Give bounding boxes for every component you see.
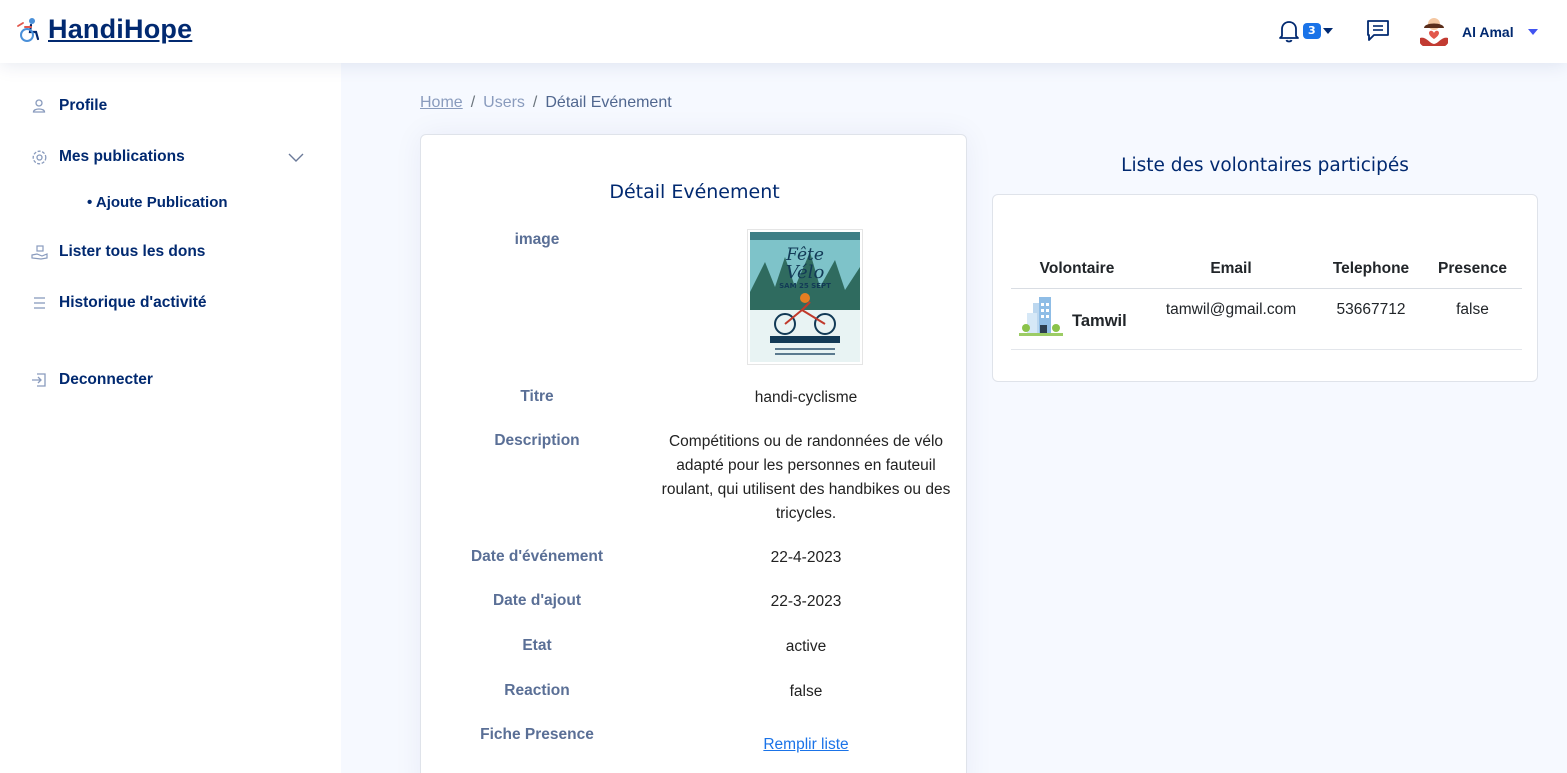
column-header-telephone: Telephone	[1319, 251, 1423, 289]
user-name: Al Amal	[1462, 24, 1514, 40]
person-icon	[30, 97, 48, 115]
donate-icon	[30, 243, 48, 261]
breadcrumb-current: Détail Evénement	[545, 94, 672, 111]
event-detail-card: Détail Evénement image Fête Vélo SAM 25 …	[420, 134, 967, 773]
value-fiche-presence: Remplir liste	[661, 733, 951, 757]
sidebar-item-label: Mes publications	[59, 148, 185, 165]
sidebar-item-lister-dons[interactable]: Lister tous les dons	[30, 243, 205, 261]
column-header-email: Email	[1143, 251, 1319, 289]
cell-email: tamwil@gmail.com	[1143, 288, 1319, 350]
label-date-evenement: Date d'événement	[470, 548, 604, 565]
value-reaction: false	[789, 683, 823, 700]
caret-down-icon	[1527, 29, 1538, 35]
wheelchair-logo-icon	[17, 17, 40, 42]
svg-text:SAM 25 SEPT: SAM 25 SEPT	[779, 282, 831, 290]
table-header-row: Volontaire Email Telephone Presence	[1011, 251, 1522, 289]
chat-icon	[1367, 20, 1389, 41]
sidebar: Profile Mes publications • Ajoute Public…	[0, 63, 341, 773]
sidebar-item-label: Historique d'activité	[59, 294, 207, 311]
column-header-volontaire: Volontaire	[1011, 251, 1143, 289]
sidebar-item-label: Deconnecter	[59, 371, 153, 388]
svg-text:Vélo: Vélo	[786, 262, 825, 283]
volunteers-table: Volontaire Email Telephone Presence Tamw…	[1011, 251, 1522, 350]
volunteers-title: Liste des volontaires participés	[1121, 155, 1409, 176]
volunteers-card: Volontaire Email Telephone Presence Tamw…	[992, 194, 1538, 382]
label-etat: Etat	[522, 637, 552, 654]
bell-icon	[1279, 21, 1299, 43]
logo-text: HandiHope	[48, 14, 193, 44]
top-header: HandiHope 3 Al Amal	[0, 0, 1567, 63]
caret-down-icon	[1322, 28, 1333, 34]
value-etat: active	[785, 638, 827, 655]
avatar	[1416, 14, 1452, 50]
sidebar-item-profile[interactable]: Profile	[30, 97, 107, 115]
sidebar-subitem-ajoute-publication[interactable]: • Ajoute Publication	[87, 194, 228, 211]
gear-icon	[30, 148, 48, 166]
breadcrumb-separator: /	[470, 94, 476, 111]
cell-presence: false	[1423, 288, 1522, 350]
user-profile-dropdown[interactable]: Al Amal	[1416, 14, 1538, 50]
label-description: Description	[494, 432, 580, 449]
cell-telephone: 53667712	[1319, 288, 1423, 350]
value-date-ajout: 22-3-2023	[770, 593, 842, 610]
logo-link[interactable]: HandiHope	[16, 14, 192, 45]
logout-icon	[30, 371, 48, 389]
breadcrumb-home-link[interactable]: Home	[420, 94, 463, 112]
event-poster-image: Fête Vélo SAM 25 SEPT	[747, 229, 863, 365]
sidebar-item-historique[interactable]: Historique d'activité	[30, 294, 207, 312]
label-image: image	[514, 231, 560, 248]
notification-dropdown[interactable]: 3	[1277, 18, 1333, 44]
table-row: Tamwil tamwil@gmail.com 53667712 false	[1011, 288, 1522, 350]
chevron-down-icon[interactable]	[288, 153, 304, 163]
sidebar-item-label: Profile	[59, 97, 108, 114]
notification-count-badge: 3	[1303, 23, 1321, 39]
breadcrumb-users[interactable]: Users	[483, 94, 525, 112]
value-description: Compétitions ou de randonnées de vélo ad…	[661, 433, 951, 522]
label-reaction: Reaction	[504, 682, 570, 699]
cell-volontaire: Tamwil	[1011, 288, 1143, 350]
value-date-evenement: 22-4-2023	[770, 549, 842, 566]
sidebar-item-deconnecter[interactable]: Deconnecter	[30, 371, 153, 389]
messages-button[interactable]	[1365, 18, 1391, 48]
value-titre: handi-cyclisme	[754, 389, 858, 406]
label-titre: Titre	[520, 388, 554, 405]
label-fiche-presence: Fiche Presence	[480, 726, 594, 743]
sidebar-item-mes-publications[interactable]: Mes publications	[30, 148, 185, 166]
remplir-liste-link[interactable]: Remplir liste	[763, 736, 848, 753]
sidebar-item-label: Lister tous les dons	[59, 243, 206, 260]
column-header-presence: Presence	[1423, 251, 1522, 289]
breadcrumb: Home / Users / Détail Evénement	[420, 94, 672, 112]
card-title: Détail Evénement	[609, 181, 780, 203]
list-icon	[30, 294, 48, 312]
volunteer-name: Tamwil	[1072, 312, 1127, 330]
label-date-ajout: Date d'ajout	[492, 592, 582, 609]
building-icon	[1019, 296, 1063, 336]
breadcrumb-separator: /	[532, 94, 538, 111]
volunteer-person: Tamwil	[1011, 296, 1143, 339]
